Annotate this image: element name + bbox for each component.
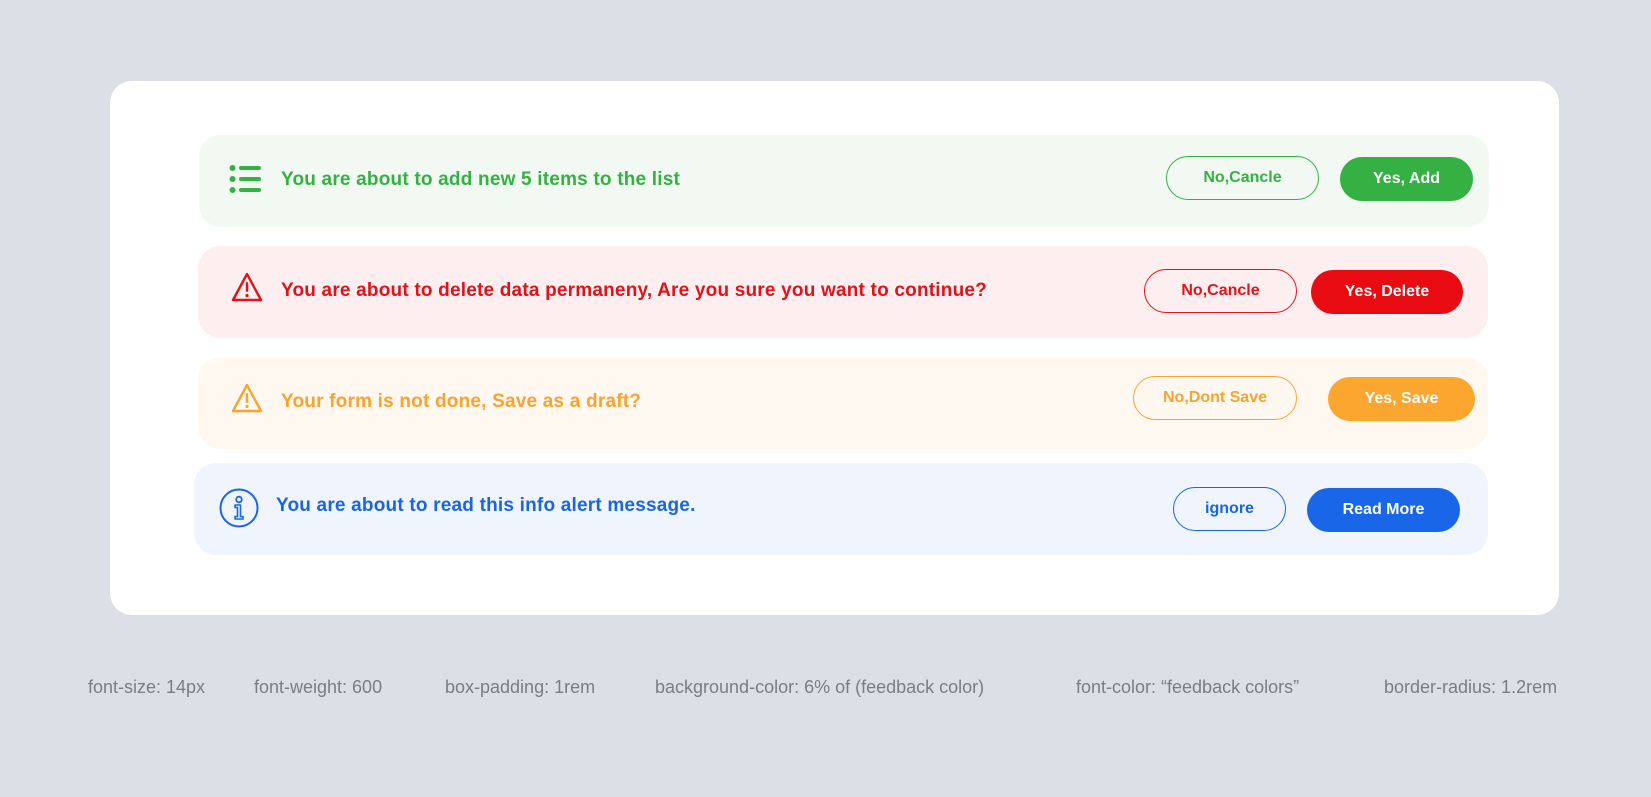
list-icon bbox=[229, 165, 261, 193]
success-message: You are about to add new 5 items to the … bbox=[281, 169, 681, 190]
cancel-button[interactable]: No,Cancle bbox=[1166, 156, 1319, 200]
success-alert: You are about to add new 5 items to the … bbox=[199, 135, 1489, 227]
info-alert: You are about to read this info alert me… bbox=[194, 463, 1488, 555]
warning-triangle-icon bbox=[231, 383, 263, 413]
spec-box-padding: box-padding: 1rem bbox=[445, 677, 596, 697]
danger-message: You are about to delete data permaneny, … bbox=[281, 280, 987, 301]
spec-font-color: font-color: “feedback colors” bbox=[1076, 677, 1300, 697]
style-specs: font-size: 14px font-weight: 600 box-pad… bbox=[0, 677, 1651, 701]
ignore-button[interactable]: ignore bbox=[1173, 487, 1286, 531]
save-button[interactable]: Yes, Save bbox=[1328, 377, 1475, 421]
dont-save-button[interactable]: No,Dont Save bbox=[1133, 376, 1297, 420]
warning-alert: Your form is not done, Save as a draft? … bbox=[198, 357, 1488, 449]
warning-triangle-icon bbox=[231, 272, 263, 302]
info-circle-icon bbox=[219, 488, 259, 528]
danger-alert: You are about to delete data permaneny, … bbox=[198, 246, 1488, 338]
info-message: You are about to read this info alert me… bbox=[276, 495, 696, 516]
add-button[interactable]: Yes, Add bbox=[1340, 157, 1473, 201]
warning-message: Your form is not done, Save as a draft? bbox=[281, 391, 642, 412]
delete-button[interactable]: Yes, Delete bbox=[1311, 270, 1463, 314]
cancel-button[interactable]: No,Cancle bbox=[1144, 269, 1297, 313]
alerts-card: You are about to add new 5 items to the … bbox=[110, 81, 1559, 615]
spec-font-weight: font-weight: 600 bbox=[254, 677, 383, 697]
spec-background-color: background-color: 6% of (feedback color) bbox=[655, 677, 985, 697]
spec-border-radius: border-radius: 1.2rem bbox=[1384, 677, 1558, 697]
spec-font-size: font-size: 14px bbox=[88, 677, 206, 697]
read-more-button[interactable]: Read More bbox=[1307, 488, 1460, 532]
